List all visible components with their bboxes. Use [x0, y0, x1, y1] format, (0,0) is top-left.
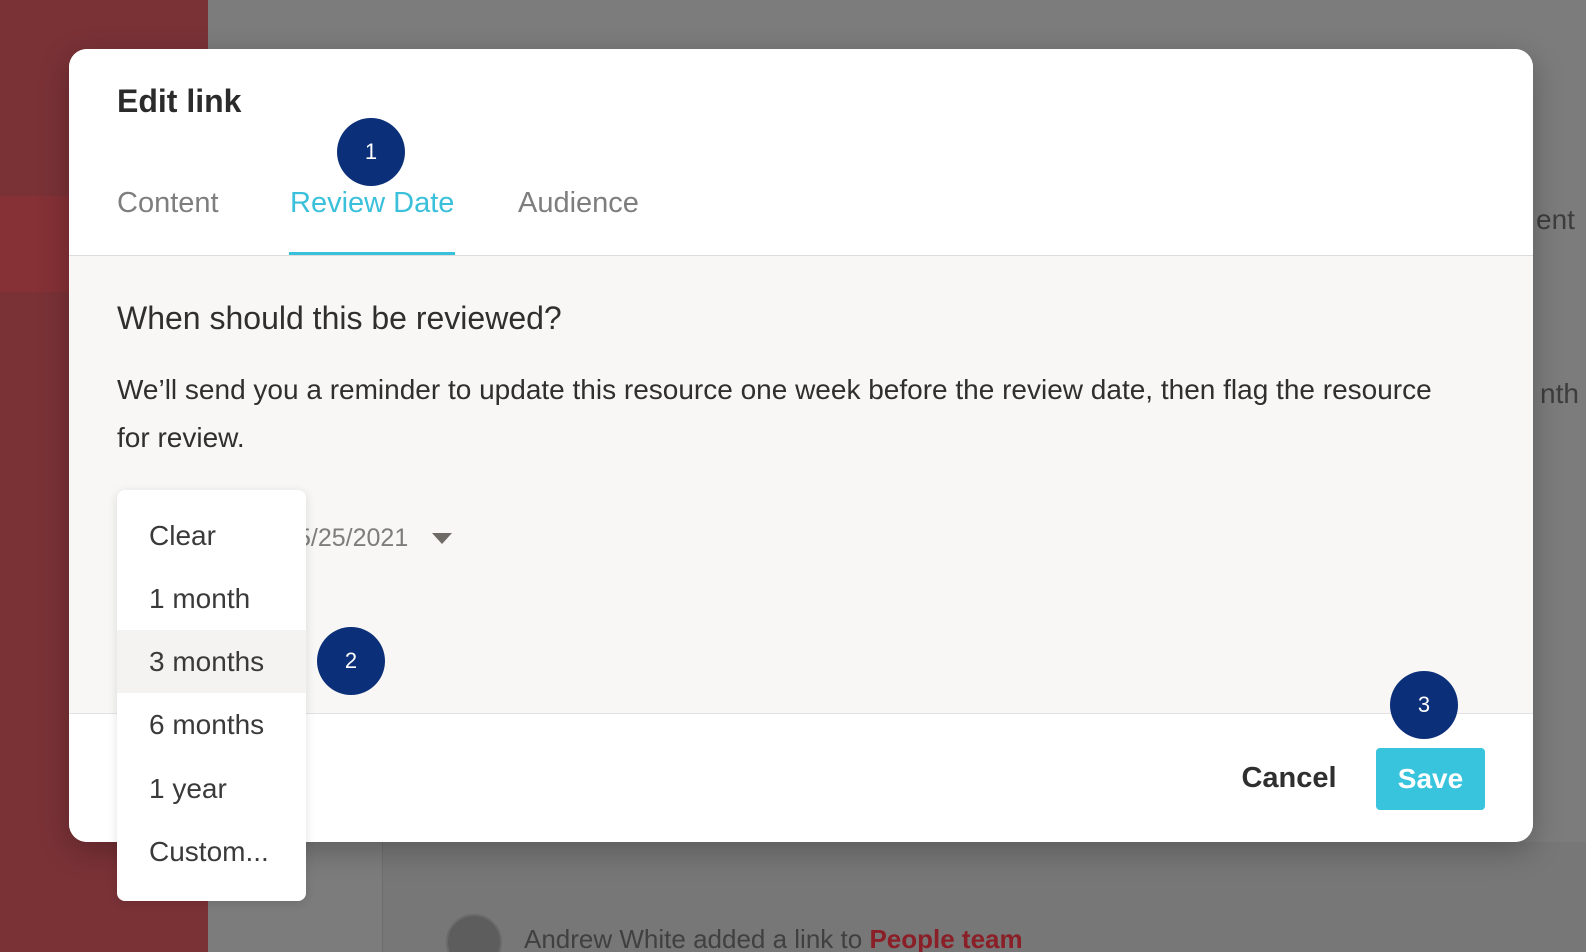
modal-header: Edit link Content Review Date Audience [69, 49, 1533, 256]
step-badge-2: 2 [317, 627, 385, 695]
dropdown-option-6-months[interactable]: 6 months [117, 693, 306, 756]
review-date-select[interactable]: 5/25/2021 [297, 520, 453, 556]
review-description: We’ll send you a reminder to update this… [117, 374, 1432, 453]
activity-link: People team [869, 924, 1023, 952]
step-badge-3: 3 [1390, 671, 1458, 739]
background-text-fragment: nth [1540, 378, 1579, 409]
review-question: When should this be reviewed? [117, 300, 562, 336]
caret-down-icon [432, 532, 453, 544]
dropdown-option-1-month[interactable]: 1 month [117, 567, 306, 630]
tab-review-date[interactable]: Review Date [290, 187, 454, 220]
modal-title: Edit link [117, 83, 242, 119]
dropdown-option-3-months[interactable]: 3 months [117, 630, 306, 693]
review-period-dropdown: Clear 1 month 3 months 6 months 1 year C… [117, 490, 306, 901]
tab-audience[interactable]: Audience [518, 187, 639, 220]
save-button[interactable]: Save [1376, 748, 1485, 810]
activity-text: Andrew White added a link to [524, 924, 863, 952]
background-activity-text: Andrew White added a link to People team [524, 924, 1023, 952]
background-text-fragment: ent [1536, 204, 1575, 235]
dropdown-option-1-year[interactable]: 1 year [117, 757, 306, 820]
tab-content[interactable]: Content [117, 187, 219, 220]
dropdown-option-clear[interactable]: Clear [117, 504, 306, 567]
review-date-value: 5/25/2021 [297, 523, 409, 552]
active-tab-indicator [289, 252, 455, 255]
dropdown-option-custom[interactable]: Custom... [117, 820, 306, 883]
cancel-button[interactable]: Cancel [1229, 748, 1349, 808]
step-badge-1: 1 [337, 118, 405, 186]
